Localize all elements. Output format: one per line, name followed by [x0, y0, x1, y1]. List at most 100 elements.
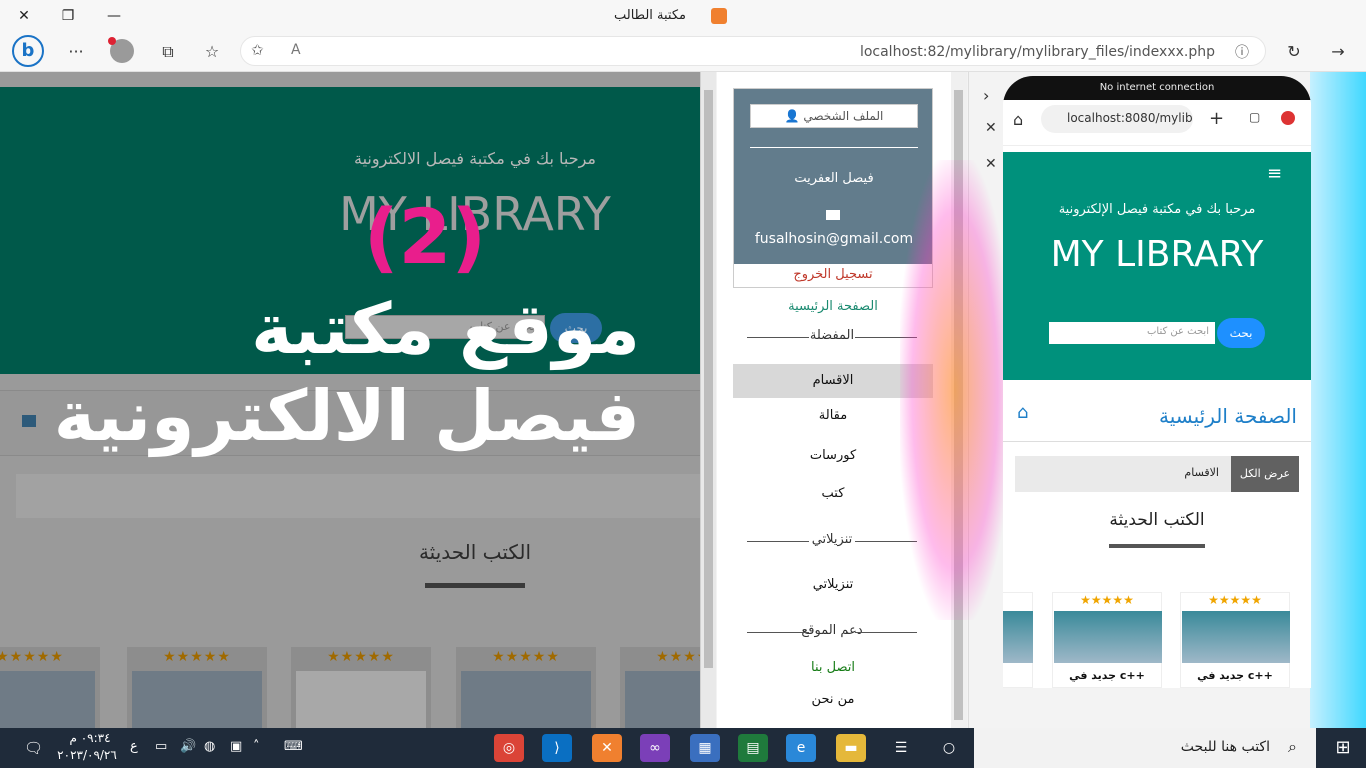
- phone-browser-bar: ⌂ localhost:8080/mylibr + ▢: [1003, 100, 1311, 146]
- show-all-button[interactable]: عرض الكل: [1231, 456, 1299, 492]
- book-title: جديد في c++: [1069, 669, 1145, 682]
- url-text[interactable]: localhost:82/mylibrary/mylibrary_files/i…: [860, 44, 1215, 60]
- taskbar: 🗨 ٠٩:٣٤ م ٢٠٢٣/٠٩/٢٦ ع ▭ 🔊 ◍ ▣ ˄ ⌨ ◎ ⟩ ✕…: [0, 728, 1366, 768]
- categories-dropdown[interactable]: الاقسام: [1184, 456, 1219, 490]
- book-cover[interactable]: [1054, 611, 1162, 663]
- user-icon: 👤: [784, 109, 804, 123]
- phone-welcome-text: مرحبا بك في مكتبة فيصل الإلكترونية: [1058, 202, 1256, 217]
- page-scrollbar[interactable]: [700, 72, 716, 728]
- language-indicator[interactable]: ع: [130, 739, 138, 754]
- file-explorer-icon[interactable]: ▬: [836, 734, 866, 762]
- cortana-icon[interactable]: ○: [934, 734, 964, 762]
- phone-url-field[interactable]: localhost:8080/mylibr: [1041, 105, 1193, 133]
- overlay-title-line2: فيصل الالكترونية: [53, 375, 640, 457]
- chevron-up-icon[interactable]: ˄: [253, 739, 260, 754]
- scrollbar-thumb[interactable]: [704, 90, 713, 668]
- book-card[interactable]: ★★★★★: [0, 647, 100, 728]
- refresh-icon[interactable]: ↻: [1282, 40, 1306, 64]
- xampp-icon[interactable]: ✕: [592, 734, 622, 762]
- bing-icon[interactable]: b: [12, 35, 44, 67]
- recent-books-heading: الكتب الحديثة: [418, 540, 532, 564]
- book-cover[interactable]: [132, 671, 262, 728]
- support-heading: دعم الموقع: [747, 623, 917, 638]
- add-favorite-icon[interactable]: ✩: [251, 41, 264, 59]
- profile-button-label: الملف الشخصي: [803, 109, 884, 123]
- book-card[interactable]: ★★★★★: [291, 647, 431, 728]
- book-card[interactable]: ★★★★★ جديد في c++: [1180, 592, 1290, 688]
- favorites-icon[interactable]: ☆: [200, 40, 224, 64]
- address-bar[interactable]: ✩ A localhost:82/mylibrary/mylibrary_fil…: [240, 36, 1266, 66]
- heading-underline: [1109, 544, 1205, 548]
- hamburger-icon[interactable]: ≡: [1267, 165, 1285, 183]
- phone-home-link[interactable]: الصفحة الرئيسية: [1159, 404, 1297, 428]
- search-icon: ⌕: [1288, 737, 1297, 756]
- phone-search-button[interactable]: بحث: [1217, 318, 1265, 348]
- close-window-button[interactable]: ✕: [14, 6, 34, 26]
- book-cover[interactable]: [296, 671, 426, 728]
- phone-hero: ≡ مرحبا بك في مكتبة فيصل الإلكترونية MY …: [1003, 152, 1311, 380]
- task-view-icon[interactable]: ☰: [886, 734, 916, 762]
- keyboard-icon[interactable]: ⌨: [284, 739, 303, 754]
- book-card[interactable]: [1003, 592, 1033, 688]
- rating-stars: ★★★★★: [1080, 593, 1134, 607]
- rating-stars: ★★★★★: [163, 649, 231, 665]
- forward-icon[interactable]: →: [1326, 40, 1350, 64]
- book-card[interactable]: ★★★★★: [127, 647, 267, 728]
- minimize-window-button[interactable]: —: [104, 6, 124, 26]
- excel-icon[interactable]: ▤: [738, 734, 768, 762]
- book-title: جديد في c++: [1197, 669, 1273, 682]
- store-icon[interactable]: ▦: [690, 734, 720, 762]
- start-button[interactable]: ⊞: [1320, 728, 1366, 768]
- edge-icon[interactable]: e: [786, 734, 816, 762]
- phone-filter-bar: عرض الكل الاقسام: [1015, 456, 1299, 492]
- mobile-preview: No internet connection ⌂ localhost:8080/…: [1003, 76, 1311, 688]
- book-cover[interactable]: [0, 671, 95, 728]
- menu-icon[interactable]: [1281, 111, 1295, 125]
- filter-bar: [16, 474, 700, 518]
- home-icon[interactable]: ⌂: [1013, 110, 1023, 129]
- chevron-right-icon[interactable]: ›: [983, 86, 989, 105]
- title-bar: ✕ ❐ — مكتبة الطالب: [0, 0, 1366, 32]
- more-options-button[interactable]: ···: [64, 40, 88, 64]
- chrome-icon[interactable]: ◎: [494, 734, 524, 762]
- visual-studio-icon[interactable]: ∞: [640, 734, 670, 762]
- favorites-heading: المفضلة: [747, 328, 917, 343]
- clock-date[interactable]: ٢٠٢٣/٠٩/٢٦: [52, 748, 122, 762]
- heading-underline: [425, 583, 525, 588]
- sidebar-item-contact[interactable]: اتصل بنا: [733, 660, 933, 675]
- app-favicon-icon: [711, 8, 727, 24]
- taskbar-search-input[interactable]: اكتب هنا للبحث: [974, 728, 1316, 768]
- restore-window-button[interactable]: ❐: [58, 6, 78, 26]
- new-tab-icon[interactable]: +: [1209, 108, 1224, 129]
- book-cover[interactable]: [1182, 611, 1290, 663]
- vscode-icon[interactable]: ⟩: [542, 734, 572, 762]
- phone-brand-title: MY LIBRARY: [1050, 234, 1264, 275]
- collections-icon[interactable]: ⧉: [156, 40, 180, 64]
- notifications-icon[interactable]: 🗨: [24, 739, 43, 757]
- read-aloud-icon[interactable]: A: [291, 42, 301, 58]
- home-icon[interactable]: ⌂: [1017, 402, 1037, 423]
- clock-time[interactable]: ٠٩:٣٤ م: [60, 731, 120, 745]
- close-icon[interactable]: ✕: [985, 120, 997, 136]
- decorative-glow: [900, 160, 1010, 620]
- book-cover[interactable]: [1003, 611, 1033, 663]
- book-cover[interactable]: [625, 671, 700, 728]
- site-info-icon[interactable]: ⓘ: [1235, 42, 1249, 62]
- battery-icon[interactable]: ▭: [155, 739, 167, 754]
- tabs-icon[interactable]: ▢: [1249, 110, 1260, 124]
- browser-toolbar: b ··· ⧉ ☆ ✩ A localhost:82/mylibrary/myl…: [0, 32, 1366, 72]
- rating-stars: ★★★★★: [492, 649, 560, 665]
- profile-button[interactable]: 👤 الملف الشخصي: [750, 104, 918, 128]
- volume-icon[interactable]: 🔊: [180, 739, 196, 754]
- book-card[interactable]: ★★★★★: [620, 647, 700, 728]
- rating-stars: ★★★★★: [1208, 593, 1262, 607]
- network-icon[interactable]: ◍: [204, 739, 215, 754]
- profile-avatar[interactable]: [108, 37, 134, 63]
- device-icon[interactable]: ▣: [230, 739, 242, 754]
- book-card[interactable]: ★★★★★ جديد في c++: [1052, 592, 1162, 688]
- sidebar-item-about[interactable]: من نحن: [733, 692, 933, 707]
- book-cover[interactable]: [461, 671, 591, 728]
- book-card[interactable]: ★★★★★: [456, 647, 596, 728]
- overlay-title-line1: موقع مكتبة: [251, 288, 640, 370]
- phone-search-input[interactable]: ابحث عن كتاب: [1049, 322, 1215, 344]
